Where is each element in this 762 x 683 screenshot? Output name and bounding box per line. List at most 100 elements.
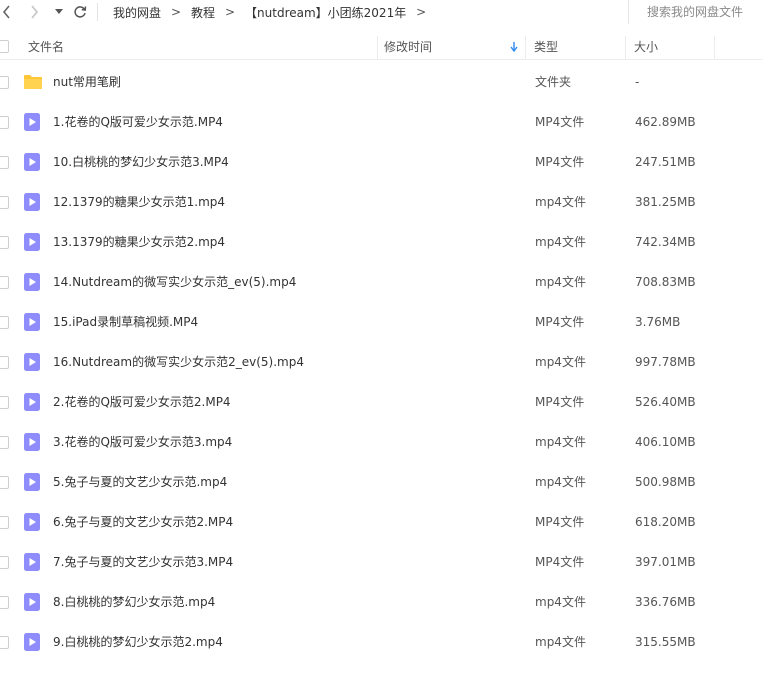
column-header-modified[interactable]: 修改时间	[384, 32, 432, 60]
file-row[interactable]: 14.Nutdream的微写实少女示范_ev(5).mp4 mp4文件 708.83…	[0, 262, 762, 302]
video-file-icon	[24, 233, 42, 251]
row-checkbox[interactable]	[0, 636, 9, 649]
row-checkbox[interactable]	[0, 236, 9, 249]
column-header-type[interactable]: 类型	[534, 32, 558, 60]
file-name[interactable]: 2.花卷的Q版可爱少女示范2.MP4	[53, 394, 231, 410]
row-checkbox[interactable]	[0, 556, 9, 569]
refresh-icon[interactable]	[70, 2, 90, 22]
row-checkbox[interactable]	[0, 396, 9, 409]
video-file-icon	[24, 353, 42, 371]
file-size: 742.34MB	[635, 235, 696, 249]
file-row[interactable]: 12.1379的糖果少女示范1.mp4 mp4文件 381.25MB	[0, 182, 762, 222]
file-name[interactable]: 1.花卷的Q版可爱少女示范.MP4	[53, 114, 223, 130]
column-divider[interactable]	[625, 36, 626, 60]
file-type: 文件夹	[535, 75, 572, 89]
column-divider[interactable]	[377, 36, 378, 60]
file-type: mp4文件	[535, 275, 586, 289]
file-size: 397.01MB	[635, 555, 696, 569]
file-name[interactable]: 14.Nutdream的微写实少女示范_ev(5).mp4	[53, 274, 296, 290]
file-type: MP4文件	[535, 115, 585, 129]
file-row[interactable]: 6.兔子与夏的文艺少女示范2.MP4 MP4文件 618.20MB	[0, 502, 762, 542]
video-file-icon	[24, 433, 42, 451]
file-row[interactable]: 10.白桃桃的梦幻少女示范3.MP4 MP4文件 247.51MB	[0, 142, 762, 182]
file-name[interactable]: 7.兔子与夏的文艺少女示范3.MP4	[53, 554, 233, 570]
breadcrumb-item-tutorials[interactable]: 教程	[191, 4, 215, 21]
video-file-icon	[24, 153, 42, 171]
file-row[interactable]: 3.花卷的Q版可爱少女示范3.mp4 mp4文件 406.10MB	[0, 422, 762, 462]
column-divider[interactable]	[525, 36, 526, 60]
file-size: 526.40MB	[635, 395, 696, 409]
file-type: mp4文件	[535, 355, 586, 369]
file-type: mp4文件	[535, 595, 586, 609]
select-all-checkbox[interactable]	[0, 40, 9, 53]
row-checkbox[interactable]	[0, 196, 9, 209]
breadcrumb-separator: >	[225, 5, 236, 19]
file-size: 708.83MB	[635, 275, 696, 289]
breadcrumb-item-root[interactable]: 我的网盘	[113, 4, 161, 21]
file-type: MP4文件	[535, 155, 585, 169]
file-row[interactable]: 2.花卷的Q版可爱少女示范2.MP4 MP4文件 526.40MB	[0, 382, 762, 422]
sort-down-arrow-icon[interactable]	[510, 41, 518, 55]
row-checkbox[interactable]	[0, 316, 9, 329]
video-file-icon	[24, 473, 42, 491]
row-checkbox[interactable]	[0, 356, 9, 369]
row-checkbox[interactable]	[0, 276, 9, 289]
file-name[interactable]: 6.兔子与夏的文艺少女示范2.MP4	[53, 514, 233, 530]
breadcrumb-item-current[interactable]: 【nutdream】小团练2021年	[245, 4, 406, 21]
row-checkbox[interactable]	[0, 76, 9, 89]
video-file-icon	[24, 593, 42, 611]
file-size: -	[635, 75, 640, 89]
file-row[interactable]: 13.1379的糖果少女示范2.mp4 mp4文件 742.34MB	[0, 222, 762, 262]
row-checkbox[interactable]	[0, 436, 9, 449]
file-row[interactable]: 7.兔子与夏的文艺少女示范3.MP4 MP4文件 397.01MB	[0, 542, 762, 582]
row-checkbox[interactable]	[0, 116, 9, 129]
file-name[interactable]: 3.花卷的Q版可爱少女示范3.mp4	[53, 434, 232, 450]
breadcrumb: 我的网盘 > 教程 > 【nutdream】小团练2021年 >	[113, 4, 436, 20]
file-size: 247.51MB	[635, 155, 696, 169]
column-header-name[interactable]: 文件名	[28, 32, 64, 60]
file-name[interactable]: 10.白桃桃的梦幻少女示范3.MP4	[53, 154, 229, 170]
video-file-icon	[24, 393, 42, 411]
file-name[interactable]: 12.1379的糖果少女示范1.mp4	[53, 194, 225, 210]
chevron-left-icon[interactable]	[0, 2, 14, 22]
file-name[interactable]: nut常用笔刷	[53, 74, 121, 90]
file-type: mp4文件	[535, 475, 586, 489]
breadcrumb-separator: >	[170, 5, 182, 19]
file-row[interactable]: 5.兔子与夏的文艺少女示范.mp4 mp4文件 500.98MB	[0, 462, 762, 502]
file-row[interactable]: 9.白桃桃的梦幻少女示范2.mp4 mp4文件 315.55MB	[0, 622, 762, 662]
file-type: MP4文件	[535, 395, 585, 409]
toolbar-divider	[97, 3, 98, 21]
row-checkbox[interactable]	[0, 476, 9, 489]
video-file-icon	[24, 553, 42, 571]
file-name[interactable]: 13.1379的糖果少女示范2.mp4	[53, 234, 225, 250]
file-type: mp4文件	[535, 635, 586, 649]
column-header-size[interactable]: 大小	[634, 32, 658, 60]
file-size: 336.76MB	[635, 595, 696, 609]
chevron-right-icon[interactable]	[26, 2, 42, 22]
video-file-icon	[24, 273, 42, 291]
row-checkbox[interactable]	[0, 516, 9, 529]
file-row[interactable]: 1.花卷的Q版可爱少女示范.MP4 MP4文件 462.89MB	[0, 102, 762, 142]
file-row[interactable]: 15.iPad录制草稿视频.MP4 MP4文件 3.76MB	[0, 302, 762, 342]
file-name[interactable]: 16.Nutdream的微写实少女示范2_ev(5).mp4	[53, 354, 304, 370]
file-name[interactable]: 8.白桃桃的梦幻少女示范.mp4	[53, 594, 215, 610]
folder-icon	[23, 73, 42, 91]
search-input[interactable]	[647, 4, 759, 20]
file-name[interactable]: 5.兔子与夏的文艺少女示范.mp4	[53, 474, 227, 490]
file-name[interactable]: 9.白桃桃的梦幻少女示范2.mp4	[53, 634, 223, 650]
row-checkbox[interactable]	[0, 596, 9, 609]
file-row[interactable]: nut常用笔刷 文件夹 -	[0, 62, 762, 102]
caret-down-icon[interactable]	[52, 2, 66, 22]
file-size: 315.55MB	[635, 635, 696, 649]
column-divider[interactable]	[714, 36, 715, 60]
file-type: MP4文件	[535, 315, 585, 329]
file-size: 997.78MB	[635, 355, 696, 369]
row-checkbox[interactable]	[0, 156, 9, 169]
breadcrumb-separator[interactable]: >	[406, 5, 436, 19]
file-name[interactable]: 15.iPad录制草稿视频.MP4	[53, 314, 198, 330]
file-list-header: 文件名 修改时间 类型 大小	[0, 32, 762, 60]
video-file-icon	[24, 113, 42, 131]
video-file-icon	[24, 193, 42, 211]
file-row[interactable]: 16.Nutdream的微写实少女示范2_ev(5).mp4 mp4文件 997.7…	[0, 342, 762, 382]
file-row[interactable]: 8.白桃桃的梦幻少女示范.mp4 mp4文件 336.76MB	[0, 582, 762, 622]
